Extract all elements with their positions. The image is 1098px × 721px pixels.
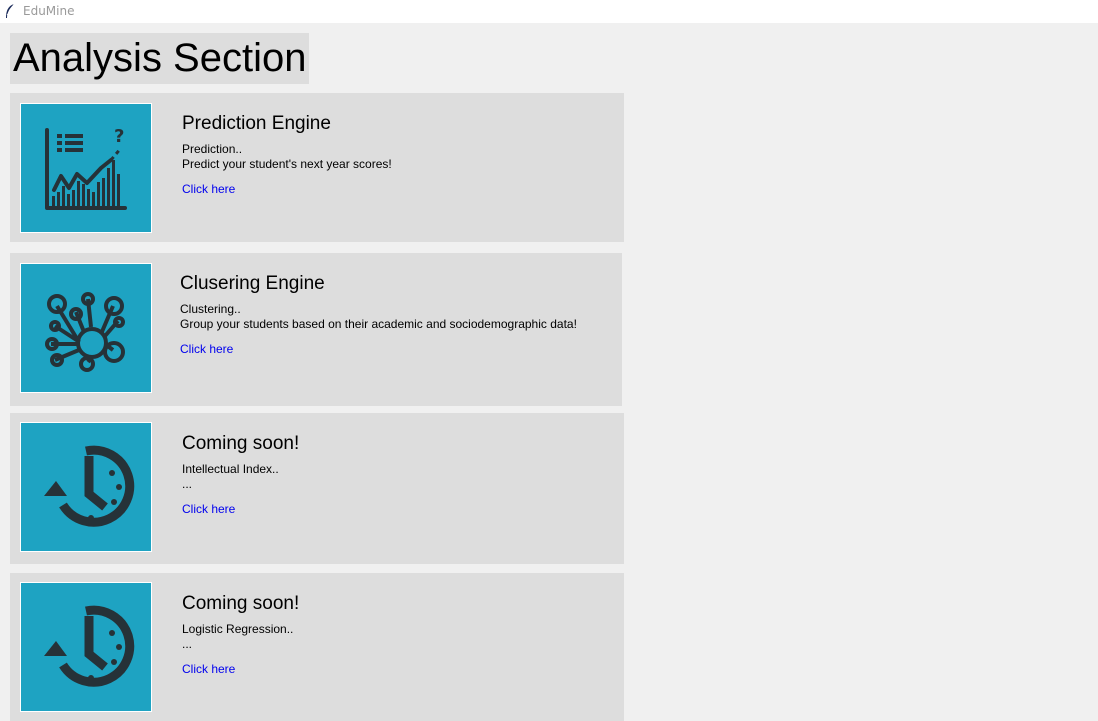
intellectual-index-thumbnail <box>20 422 152 552</box>
card-title: Prediction Engine <box>182 113 331 134</box>
logistic-regression-card: Coming soon! Logistic Regression.. ... C… <box>10 573 624 721</box>
feather-icon <box>6 3 15 18</box>
clustering-engine-card: Clusering Engine Clustering.. Group your… <box>10 253 622 406</box>
prediction-engine-card: ? Prediction Engine Prediction.. Predict… <box>10 93 624 242</box>
card-description: Group your students based on their acade… <box>180 317 577 331</box>
card-description: Predict your student's next year scores! <box>182 157 392 171</box>
intellectual-index-click-here-link[interactable]: Click here <box>182 502 235 516</box>
clock-history-icon <box>44 445 135 527</box>
prediction-chart-icon: ? <box>45 126 127 210</box>
page-title: Analysis Section <box>10 33 310 84</box>
window-title: EduMine <box>23 4 75 18</box>
clustering-click-here-link[interactable]: Click here <box>180 342 233 356</box>
card-description: ... <box>182 477 193 491</box>
clustering-thumbnail <box>20 263 152 393</box>
card-title: Coming soon! <box>182 433 300 454</box>
logistic-regression-thumbnail <box>20 582 152 712</box>
prediction-click-here-link[interactable]: Click here <box>182 182 235 196</box>
card-subtitle: Prediction.. <box>182 142 243 156</box>
card-description: ... <box>182 637 193 651</box>
card-title: Clusering Engine <box>180 273 325 294</box>
intellectual-index-card: Coming soon! Intellectual Index.. ... Cl… <box>10 413 624 564</box>
card-subtitle: Clustering.. <box>180 302 241 316</box>
clock-history-icon <box>44 605 135 687</box>
card-subtitle: Intellectual Index.. <box>182 462 279 476</box>
cluster-network-icon <box>45 292 125 372</box>
card-title: Coming soon! <box>182 593 300 614</box>
svg-text:?: ? <box>114 126 124 147</box>
logistic-regression-click-here-link[interactable]: Click here <box>182 662 235 676</box>
card-subtitle: Logistic Regression.. <box>182 622 294 636</box>
window-titlebar: EduMine <box>0 0 1098 23</box>
prediction-thumbnail: ? <box>20 103 152 233</box>
